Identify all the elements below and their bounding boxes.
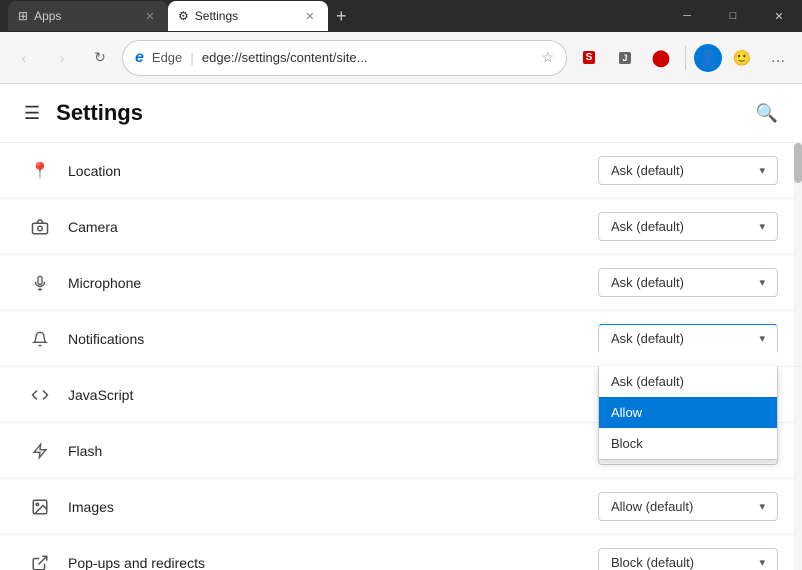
avatar-image: 👤 (698, 48, 718, 68)
flash-icon (24, 442, 56, 460)
settings-tab-close[interactable]: ✕ (302, 8, 318, 24)
notifications-dropdown[interactable]: Ask (default) ▾ (598, 324, 778, 353)
close-button[interactable]: ✕ (756, 0, 802, 32)
popups-dropdown[interactable]: Block (default) ▾ (598, 548, 778, 570)
option-ask-default[interactable]: Ask (default) (599, 366, 777, 397)
microphone-value: Ask (default) (611, 275, 751, 290)
notifications-value: Ask (default) (611, 331, 751, 346)
maximize-button[interactable]: □ (710, 0, 756, 32)
settings-header: ☰ Settings 🔍 (0, 84, 802, 143)
edge-logo: e (135, 49, 144, 67)
location-value: Ask (default) (611, 163, 751, 178)
more-icon: … (771, 49, 786, 66)
extensions-btn[interactable]: S (573, 42, 605, 74)
tab-settings[interactable]: ⚙ Settings ✕ (168, 1, 328, 31)
address-bar[interactable]: e Edge | edge://settings/content/site...… (122, 40, 567, 76)
page-title: Settings (56, 100, 143, 126)
microphone-icon (24, 274, 56, 292)
location-label: Location (56, 163, 598, 179)
apps-tab-icon: ⊞ (18, 9, 28, 23)
notifications-label: Notifications (56, 331, 598, 347)
sidebar-menu-icon[interactable]: ☰ (24, 103, 40, 124)
emoji-icon: 🙂 (733, 49, 752, 67)
images-icon (24, 498, 56, 516)
notifications-dropdown-menu: Ask (default) Allow Block (598, 366, 778, 460)
javascript-icon (24, 386, 56, 404)
chevron-down-icon: ▾ (759, 220, 765, 233)
lastpass-btn[interactable]: ⬤ (645, 42, 677, 74)
nav-bar: ‹ › ↻ e Edge | edge://settings/content/s… (0, 32, 802, 84)
scrollbar-thumb[interactable] (794, 143, 802, 183)
images-label: Images (56, 499, 598, 515)
json-icon: J (619, 52, 630, 64)
setting-row-popups: Pop-ups and redirects Block (default) ▾ (0, 535, 802, 570)
apps-tab-close[interactable]: ✕ (142, 8, 158, 24)
camera-dropdown[interactable]: Ask (default) ▾ (598, 212, 778, 241)
popups-value: Block (default) (611, 555, 751, 570)
emoji-btn[interactable]: 🙂 (726, 42, 758, 74)
settings-tab-label: Settings (195, 9, 238, 23)
title-bar: ⊞ Apps ✕ ⚙ Settings ✕ + ─ □ ✕ (0, 0, 802, 32)
settings-content: 📍 Location Ask (default) ▾ Camera Ask (d… (0, 143, 802, 570)
edge-label: Edge (152, 50, 182, 65)
chevron-down-icon: ▾ (759, 332, 765, 345)
microphone-dropdown[interactable]: Ask (default) ▾ (598, 268, 778, 297)
settings-tab-icon: ⚙ (178, 9, 189, 23)
search-icon[interactable]: 🔍 (756, 103, 778, 124)
chevron-down-icon: ▾ (759, 276, 765, 289)
setting-row-location: 📍 Location Ask (default) ▾ (0, 143, 802, 199)
location-dropdown[interactable]: Ask (default) ▾ (598, 156, 778, 185)
option-allow[interactable]: Allow (599, 397, 777, 428)
camera-icon (24, 218, 56, 236)
tab-apps[interactable]: ⊞ Apps ✕ (8, 1, 168, 31)
microphone-label: Microphone (56, 275, 598, 291)
setting-row-images: Images Allow (default) ▾ (0, 479, 802, 535)
forward-button[interactable]: › (46, 42, 78, 74)
chevron-down-icon: ▾ (759, 500, 765, 513)
images-value: Allow (default) (611, 499, 751, 514)
settings-container: ☰ Settings 🔍 📍 Location Ask (default) ▾ … (0, 84, 802, 570)
window-controls: ─ □ ✕ (664, 0, 802, 32)
popups-icon (24, 554, 56, 570)
favorite-icon[interactable]: ☆ (541, 49, 554, 66)
option-block[interactable]: Block (599, 428, 777, 459)
camera-label: Camera (56, 219, 598, 235)
location-icon: 📍 (24, 161, 56, 181)
nav-icons: S J ⬤ 👤 🙂 … (573, 42, 794, 74)
flash-label: Flash (56, 443, 598, 459)
setting-row-microphone: Microphone Ask (default) ▾ (0, 255, 802, 311)
lastpass-icon: ⬤ (652, 48, 670, 68)
more-btn[interactable]: … (762, 42, 794, 74)
address-text: edge://settings/content/site... (202, 50, 534, 65)
json-btn[interactable]: J (609, 42, 641, 74)
chevron-down-icon: ▾ (759, 164, 765, 177)
setting-row-notifications: Notifications Ask (default) ▾ Ask (defau… (0, 311, 802, 367)
ext-icon: S (583, 51, 596, 64)
notifications-icon (24, 330, 56, 348)
back-button[interactable]: ‹ (8, 42, 40, 74)
nav-separator (685, 46, 686, 70)
setting-row-camera: Camera Ask (default) ▾ (0, 199, 802, 255)
minimize-button[interactable]: ─ (664, 0, 710, 32)
images-dropdown[interactable]: Allow (default) ▾ (598, 492, 778, 521)
profile-avatar[interactable]: 👤 (694, 44, 722, 72)
popups-label: Pop-ups and redirects (56, 555, 598, 570)
camera-value: Ask (default) (611, 219, 751, 234)
new-tab-button[interactable]: + (328, 6, 355, 27)
apps-tab-label: Apps (34, 9, 61, 23)
chevron-down-icon: ▾ (759, 556, 765, 569)
refresh-button[interactable]: ↻ (84, 42, 116, 74)
